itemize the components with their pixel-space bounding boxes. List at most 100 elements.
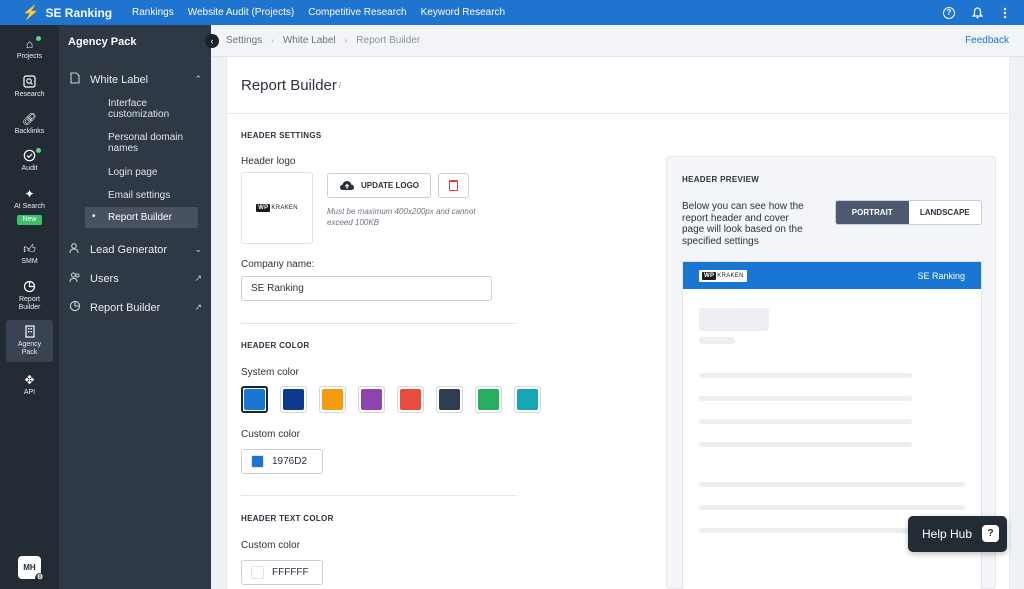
swatch-fill	[361, 389, 382, 410]
color-swatch[interactable]	[475, 386, 502, 413]
color-swatch[interactable]	[436, 386, 463, 413]
portrait-button[interactable]: PORTRAIT	[836, 201, 909, 224]
page-title: Report Builder	[241, 76, 337, 94]
page-header: Report Builder i	[227, 57, 1009, 114]
rail-report-builder-label: Report Builder	[18, 296, 41, 311]
home-icon: ⌂	[22, 36, 41, 51]
placeholder-line	[699, 482, 965, 487]
rail-backlinks-label: Backlinks	[14, 128, 45, 135]
building-icon	[22, 325, 38, 339]
sidebar-item-users[interactable]: Users ↗	[68, 271, 202, 286]
help-icon[interactable]: ?	[942, 6, 956, 20]
person-plus-icon	[68, 242, 82, 257]
landscape-button[interactable]: LANDSCAPE	[909, 201, 982, 224]
chevron-up-icon: ⌃	[194, 74, 202, 84]
placeholder-line	[699, 337, 735, 344]
help-hub-button[interactable]: Help Hub ?	[908, 516, 1007, 552]
color-swatch[interactable]	[514, 386, 541, 413]
company-name-input[interactable]: SE Ranking	[241, 276, 492, 301]
logo-text: KRAKEN	[271, 205, 298, 211]
new-badge: New	[17, 215, 42, 225]
check-circle-icon	[22, 148, 41, 163]
rail-projects-label: Projects	[16, 53, 43, 60]
sidebar-sub-email[interactable]: Email settings	[85, 190, 198, 201]
brand-logo[interactable]: ⚡ SE Ranking	[0, 4, 122, 21]
color-swatch[interactable]	[319, 386, 346, 413]
text-custom-color-value: FFFFFF	[272, 567, 309, 578]
delete-logo-button[interactable]	[438, 173, 469, 198]
company-name-value: SE Ranking	[251, 283, 304, 294]
sidebar-item-report-builder-text: Report Builder	[90, 301, 161, 314]
text-custom-color-input[interactable]: FFFFFF	[241, 560, 323, 585]
external-link-icon: ↗	[194, 273, 202, 283]
pie-chart-icon	[22, 280, 38, 294]
feedback-link[interactable]: Feedback	[965, 35, 1009, 46]
header-settings-title: HEADER SETTINGS	[241, 131, 322, 140]
sidebar: Agency Pack White Label ⌃ Interface cust…	[59, 25, 211, 589]
cloud-upload-icon	[339, 181, 354, 190]
update-logo-button[interactable]: UPDATE LOGO	[327, 173, 431, 198]
header-logo-label: Header logo	[241, 156, 296, 167]
bell-icon[interactable]	[970, 6, 984, 20]
logo-mark: WP	[702, 271, 717, 280]
info-icon[interactable]: i	[339, 81, 341, 90]
swatch-fill	[439, 389, 460, 410]
rail-projects[interactable]: ⌂ Projects	[0, 36, 59, 61]
breadcrumb-current: Report Builder	[356, 35, 421, 46]
help-hub-label: Help Hub	[922, 527, 973, 541]
breadcrumb-white-label[interactable]: White Label	[283, 35, 336, 46]
sidebar-sub-login[interactable]: Login page	[85, 167, 198, 178]
document-icon	[68, 72, 82, 87]
rail-agency-pack[interactable]: Agency Pack	[6, 320, 53, 362]
sidebar-item-report-builder[interactable]: Report Builder ↗	[68, 300, 202, 315]
more-icon[interactable]	[998, 6, 1012, 20]
swatch-fill	[322, 389, 343, 410]
sidebar-title: Agency Pack	[68, 36, 137, 48]
color-chip	[251, 566, 264, 579]
rail-api[interactable]: ✥ API	[0, 373, 59, 397]
collapse-sidebar-button[interactable]: ‹	[205, 34, 219, 48]
color-swatch[interactable]	[280, 386, 307, 413]
color-swatch[interactable]	[397, 386, 424, 413]
custom-color-input[interactable]: 1976D2	[241, 449, 323, 474]
custom-color-value: 1976D2	[272, 456, 308, 467]
color-swatch[interactable]	[358, 386, 385, 413]
report-icon	[68, 300, 82, 315]
sidebar-item-white-label[interactable]: White Label ⌃	[68, 72, 202, 87]
sidebar-sub-report-builder[interactable]: Report Builder	[85, 207, 198, 228]
rail-report-builder[interactable]: Report Builder	[0, 280, 59, 312]
placeholder-line	[699, 442, 912, 447]
avatar-initials: MH	[23, 563, 36, 572]
sidebar-sub-interface[interactable]: Interface customization	[85, 98, 198, 120]
report-header-bar: WP KRAKEN SE Ranking	[683, 262, 981, 289]
sidebar-item-white-label-text: White Label	[90, 73, 149, 86]
rail-backlinks[interactable]: 🔗︎ Backlinks	[0, 112, 59, 136]
breadcrumb-settings[interactable]: Settings	[226, 35, 262, 46]
topnav-rankings[interactable]: Rankings	[122, 7, 181, 18]
top-nav: Rankings Website Audit (Projects) Compet…	[122, 7, 512, 18]
orientation-toggle: PORTRAIT LANDSCAPE	[835, 200, 982, 225]
sparkle-icon: ✦	[24, 187, 35, 201]
topnav-competitive-research[interactable]: Competitive Research	[301, 7, 413, 18]
gear-icon: ⚙	[35, 573, 45, 583]
topnav-keyword-research[interactable]: Keyword Research	[414, 7, 512, 18]
company-logo: WP KRAKEN	[256, 204, 298, 212]
rail-smm[interactable]: 👍︎ SMM	[0, 242, 59, 266]
sidebar-item-lead-generator[interactable]: Lead Generator ⌄	[68, 242, 202, 257]
color-swatch[interactable]	[241, 386, 268, 413]
swatch-fill	[478, 389, 499, 410]
rail-research[interactable]: Research	[0, 75, 59, 99]
sidebar-sub-domain[interactable]: Personal domain names	[85, 132, 198, 154]
topnav-website-audit[interactable]: Website Audit (Projects)	[181, 7, 302, 18]
logo-text: KRAKEN	[717, 272, 744, 279]
rail-audit[interactable]: Audit	[0, 148, 59, 173]
avatar[interactable]: MH ⚙	[18, 556, 45, 583]
rail-ai-search[interactable]: ✦ AI Search New	[0, 187, 59, 225]
sidebar-item-users-text: Users	[90, 272, 119, 285]
divider	[241, 323, 517, 324]
chevron-right-icon: ›	[344, 36, 348, 45]
main-panel: Report Builder i HEADER SETTINGS Header …	[226, 57, 1010, 589]
placeholder-line	[699, 505, 965, 510]
swatch-fill	[244, 389, 265, 410]
swatch-fill	[517, 389, 538, 410]
